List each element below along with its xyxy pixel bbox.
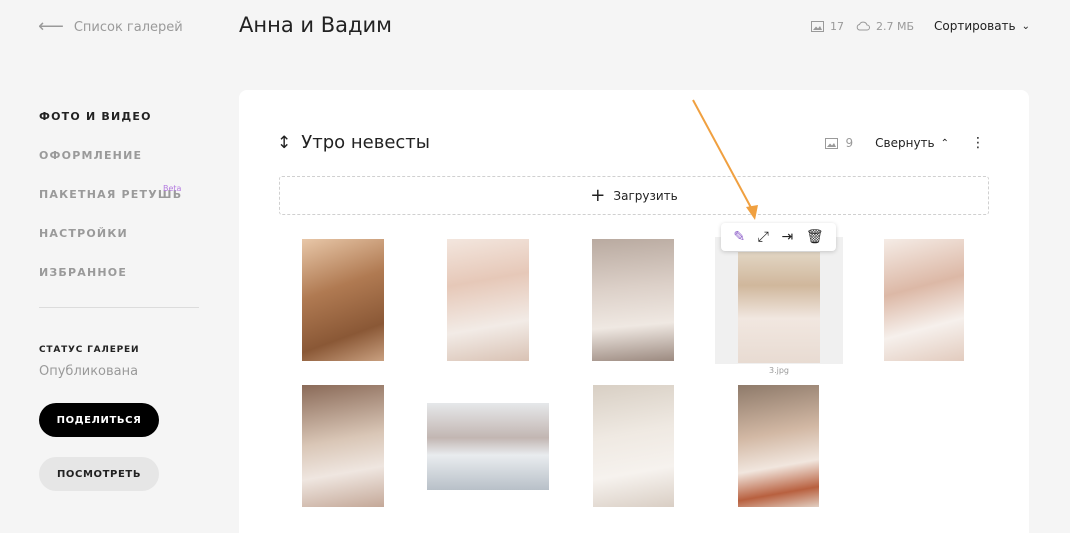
collapse-label: Свернуть [875, 136, 935, 150]
section-header: ↕ Утро невесты [277, 132, 430, 153]
sidebar-item-label: ПАКЕТНАЯ РЕТУШЬ [39, 188, 183, 201]
image-icon [811, 20, 824, 32]
back-to-galleries-link[interactable]: ⟵ Список галерей [38, 18, 183, 36]
expand-icon[interactable]: ⤢ [758, 229, 769, 245]
upload-dropzone[interactable]: + Загрузить [279, 176, 989, 215]
photo-thumbnail[interactable] [592, 239, 674, 361]
sidebar-item-batch-retouch[interactable]: ПАКЕТНАЯ РЕТУШЬ Beta [39, 184, 199, 227]
trash-icon[interactable]: 🗑 [806, 229, 824, 245]
photo-actions-toolbar: ✎ ⤢ ⇥ 🗑 [721, 223, 836, 251]
gallery-status-value: Опубликована [39, 364, 139, 379]
image-icon [824, 137, 838, 149]
move-icon[interactable]: ⇥ [782, 229, 794, 245]
photo-thumbnail[interactable] [302, 239, 384, 361]
sidebar-item-favorites[interactable]: ИЗБРАННОЕ [39, 266, 199, 305]
sidebar-item-design[interactable]: ОФОРМЛЕНИЕ [39, 149, 199, 188]
upload-label: Загрузить [613, 188, 678, 203]
collapse-button[interactable]: Свернуть ⌃ [875, 136, 949, 150]
sidebar-divider [39, 307, 199, 308]
photo-count: 17 [830, 19, 844, 33]
photo-thumbnail[interactable] [884, 239, 964, 361]
retouch-wand-icon[interactable]: ✎ [733, 229, 745, 245]
section-meta: 9 Свернуть ⌃ ⋮ [824, 135, 985, 151]
photo-filename: 3.jpg [768, 366, 789, 375]
sidebar: ФОТО И ВИДЕО ОФОРМЛЕНИЕ ПАКЕТНАЯ РЕТУШЬ … [39, 110, 199, 491]
plus-icon: + [590, 184, 606, 206]
photo-thumbnail[interactable] [427, 403, 549, 490]
sidebar-item-label: ОФОРМЛЕНИЕ [39, 149, 143, 162]
beta-badge: Beta [163, 184, 182, 193]
share-button[interactable]: ПОДЕЛИТЬСЯ [39, 403, 159, 437]
gallery-section-panel: ↕ Утро невесты 9 Свернуть ⌃ ⋮ + Загрузит… [239, 90, 1029, 533]
photo-thumbnail[interactable] [447, 239, 529, 361]
photo-thumbnail[interactable] [738, 385, 819, 507]
drag-handle-icon[interactable]: ↕ [277, 133, 291, 153]
gallery-status-label: СТАТУС ГАЛЕРЕИ [39, 345, 140, 355]
page-title: Анна и Вадим [239, 13, 392, 37]
gallery-stats: 17 2.7 МБ Сортировать ⌄ [811, 19, 1030, 33]
sort-dropdown[interactable]: Сортировать ⌄ [934, 19, 1030, 33]
sidebar-item-photos-videos[interactable]: ФОТО И ВИДЕО [39, 110, 199, 149]
sidebar-item-settings[interactable]: НАСТРОЙКИ [39, 227, 199, 266]
sidebar-item-label: НАСТРОЙКИ [39, 227, 128, 240]
photo-thumbnail[interactable] [302, 385, 384, 507]
section-photo-count: 9 [845, 136, 854, 150]
sort-label: Сортировать [934, 19, 1016, 33]
chevron-up-icon: ⌃ [940, 137, 949, 149]
section-title: Утро невесты [301, 132, 430, 153]
photo-thumbnail-selected[interactable] [738, 252, 820, 363]
back-link-label: Список галерей [73, 19, 183, 35]
chevron-down-icon: ⌄ [1021, 20, 1030, 32]
cloud-icon [856, 21, 870, 31]
sidebar-item-label: ФОТО И ВИДЕО [39, 110, 152, 123]
arrow-left-icon: ⟵ [38, 16, 64, 37]
view-button[interactable]: ПОСМОТРЕТЬ [39, 457, 159, 491]
storage-size: 2.7 МБ [876, 19, 915, 33]
sidebar-item-label: ИЗБРАННОЕ [39, 266, 128, 279]
more-options-icon[interactable]: ⋮ [971, 135, 985, 151]
photo-thumbnail[interactable] [593, 385, 674, 507]
